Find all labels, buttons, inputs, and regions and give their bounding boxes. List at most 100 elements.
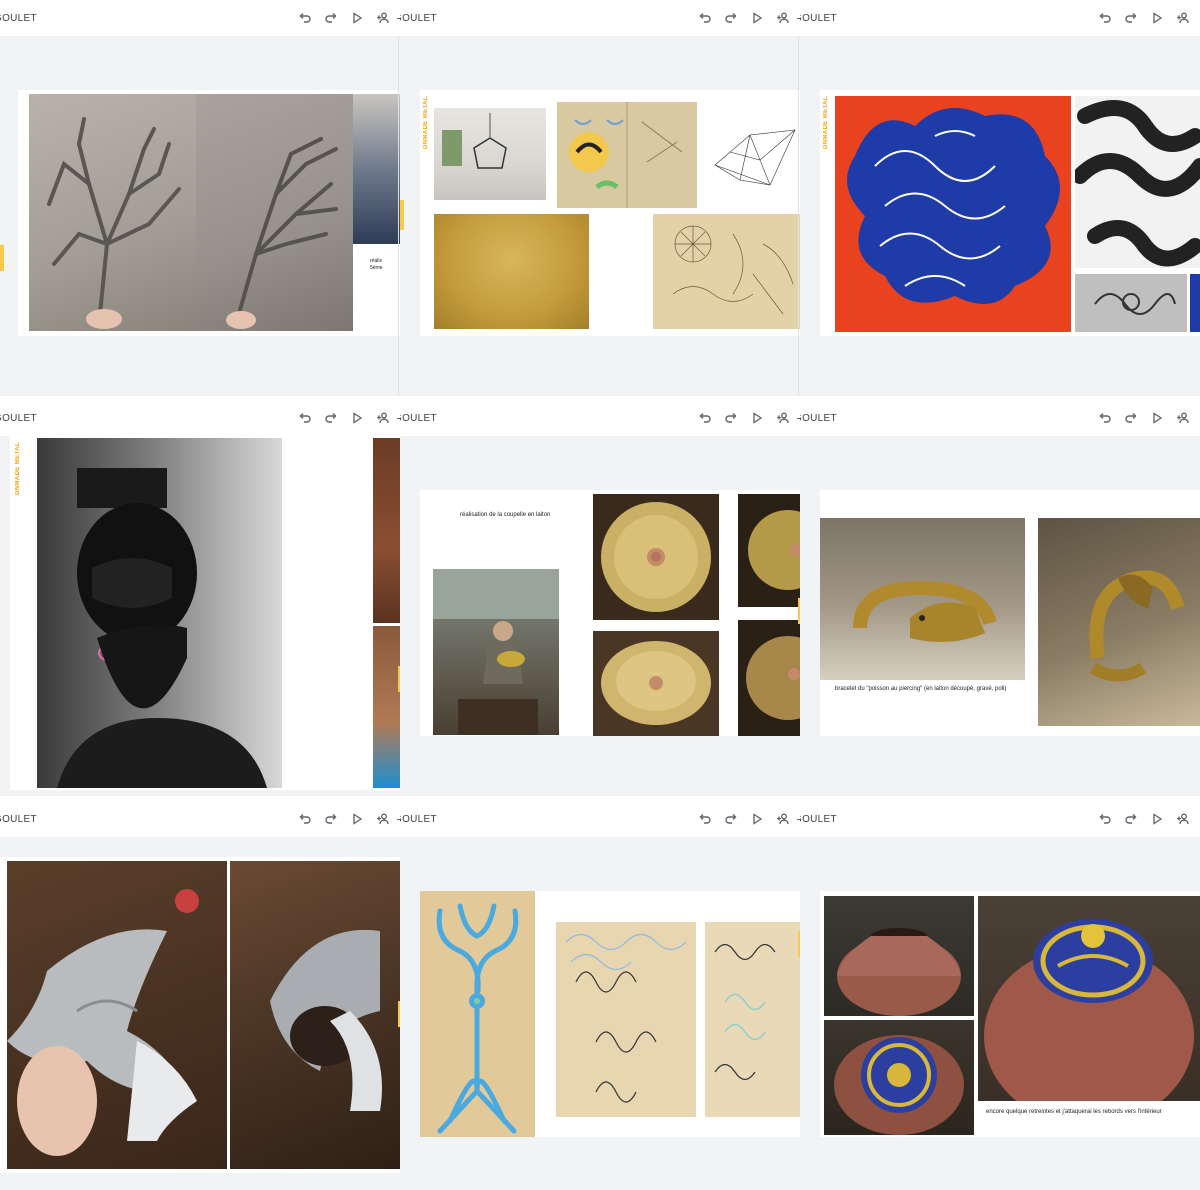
redo-icon[interactable] (324, 812, 338, 826)
redo-icon[interactable] (324, 411, 338, 425)
photo-artisan-hammering (433, 569, 559, 735)
slide-5[interactable]: réalisation de la coupelle en laiton (420, 490, 800, 736)
add-person-icon[interactable] (376, 812, 390, 826)
scroll-marker (0, 245, 4, 271)
toolbar: GOULET (400, 400, 800, 436)
photo-pavilion (434, 108, 546, 200)
undo-icon[interactable] (698, 11, 712, 25)
slide-vertical-label: DNMADE METAL (15, 442, 21, 496)
undo-icon[interactable] (298, 411, 312, 425)
slide-vertical-label: DNMADE METAL (423, 96, 429, 150)
add-person-icon[interactable] (776, 11, 790, 25)
editor-cell-5: GOULET réalisation de la coupelle en lai… (400, 400, 800, 796)
undo-icon[interactable] (298, 812, 312, 826)
photo-twisted-metal (7, 861, 227, 1169)
document-title[interactable]: GOULET (800, 413, 837, 424)
photo-black-swirls (1075, 96, 1200, 268)
slide-4[interactable]: DNMADE METAL (10, 436, 400, 790)
photo-tracing-paper-2 (705, 922, 800, 1117)
panel-divider (798, 36, 799, 396)
photo-clay-vessel-1 (824, 896, 974, 1016)
add-person-icon[interactable] (776, 411, 790, 425)
add-person-icon[interactable] (1176, 411, 1190, 425)
redo-icon[interactable] (324, 11, 338, 25)
undo-icon[interactable] (298, 11, 312, 25)
photo-metal-curl (230, 861, 400, 1169)
editor-cell-7: GOULET (0, 801, 400, 1190)
slide-caption: encore quelque retreintes et j'attaquera… (986, 1109, 1162, 1115)
photo-clay-vessel-2 (824, 1020, 974, 1135)
redo-icon[interactable] (724, 411, 738, 425)
redo-icon[interactable] (1124, 411, 1138, 425)
play-icon[interactable] (350, 812, 364, 826)
document-title[interactable]: GOULET (0, 13, 37, 24)
play-icon[interactable] (750, 812, 764, 826)
toolbar: GOULET (400, 0, 800, 36)
undo-icon[interactable] (1098, 812, 1112, 826)
slide-caption: bracelet du "poisson au piercing" (en la… (835, 686, 1007, 692)
slide-9[interactable]: encore quelque retreintes et j'attaquera… (820, 891, 1200, 1137)
slide-2[interactable]: DNMADE METAL (420, 90, 800, 336)
undo-icon[interactable] (1098, 11, 1112, 25)
slide-3[interactable]: DNMADE METAL (820, 90, 1200, 336)
editor-cell-2: GOULET DNMADE METAL (400, 0, 800, 396)
photo-metal-branch-1 (29, 94, 196, 331)
slide-8[interactable] (420, 891, 800, 1137)
redo-icon[interactable] (724, 11, 738, 25)
toolbar: GOULET (0, 0, 400, 36)
photo-brass-bowl-3 (738, 494, 800, 607)
panel-divider (398, 36, 399, 396)
scroll-marker (400, 200, 404, 230)
toolbar: GOULET (0, 400, 400, 436)
photo-workshop (353, 94, 400, 244)
slide-6[interactable]: bracelet du "poisson au piercing" (en la… (820, 490, 1200, 736)
add-person-icon[interactable] (376, 11, 390, 25)
undo-icon[interactable] (698, 411, 712, 425)
play-icon[interactable] (1150, 11, 1164, 25)
toolbar: GOULET (0, 801, 400, 837)
toolbar: GOULET (800, 400, 1200, 436)
photo-line-sketch (710, 120, 800, 190)
photo-sketchbook (557, 102, 697, 208)
photo-brass-bracelet-1 (820, 518, 1025, 680)
slide-vertical-label: DNMADE METAL (823, 96, 829, 150)
editor-cell-4: GOULET DNMADE METAL (0, 400, 400, 796)
document-title[interactable]: GOULET (800, 814, 837, 825)
document-title[interactable]: GOULET (400, 413, 437, 424)
photo-blue-ornament-drawing (420, 891, 535, 1137)
play-icon[interactable] (750, 11, 764, 25)
play-icon[interactable] (1150, 411, 1164, 425)
photo-brass-bowl-1 (593, 494, 719, 620)
document-title[interactable]: GOULET (400, 13, 437, 24)
document-title[interactable]: GOULET (400, 814, 437, 825)
photo-brass-bowl-4 (738, 620, 800, 736)
document-title[interactable]: GOULET (0, 413, 37, 424)
photo-gold-drawing-1 (434, 214, 589, 329)
play-icon[interactable] (350, 11, 364, 25)
add-person-icon[interactable] (376, 411, 390, 425)
photo-brass-bracelet-2 (1038, 518, 1200, 726)
photo-blue-edge (1190, 274, 1200, 332)
photo-gold-drawing-2 (653, 214, 800, 329)
add-person-icon[interactable] (1176, 812, 1190, 826)
undo-icon[interactable] (698, 812, 712, 826)
slide-7[interactable] (0, 857, 400, 1173)
editor-cell-3: GOULET DNMADE METAL (800, 0, 1200, 396)
document-title[interactable]: GOULET (800, 13, 837, 24)
redo-icon[interactable] (724, 812, 738, 826)
slide-1[interactable]: réalis 5ème (18, 90, 400, 336)
photo-rust-1 (373, 438, 400, 623)
add-person-icon[interactable] (776, 812, 790, 826)
toolbar: GOULET (800, 0, 1200, 36)
photo-tracing-paper-1 (556, 922, 696, 1117)
slide-caption: réalisation de la coupelle en laiton (460, 512, 551, 518)
document-title[interactable]: GOULET (0, 814, 37, 825)
editor-cell-1: GOULET réalis 5ème (0, 0, 400, 396)
play-icon[interactable] (750, 411, 764, 425)
redo-icon[interactable] (1124, 812, 1138, 826)
redo-icon[interactable] (1124, 11, 1138, 25)
undo-icon[interactable] (1098, 411, 1112, 425)
play-icon[interactable] (1150, 812, 1164, 826)
play-icon[interactable] (350, 411, 364, 425)
add-person-icon[interactable] (1176, 11, 1190, 25)
